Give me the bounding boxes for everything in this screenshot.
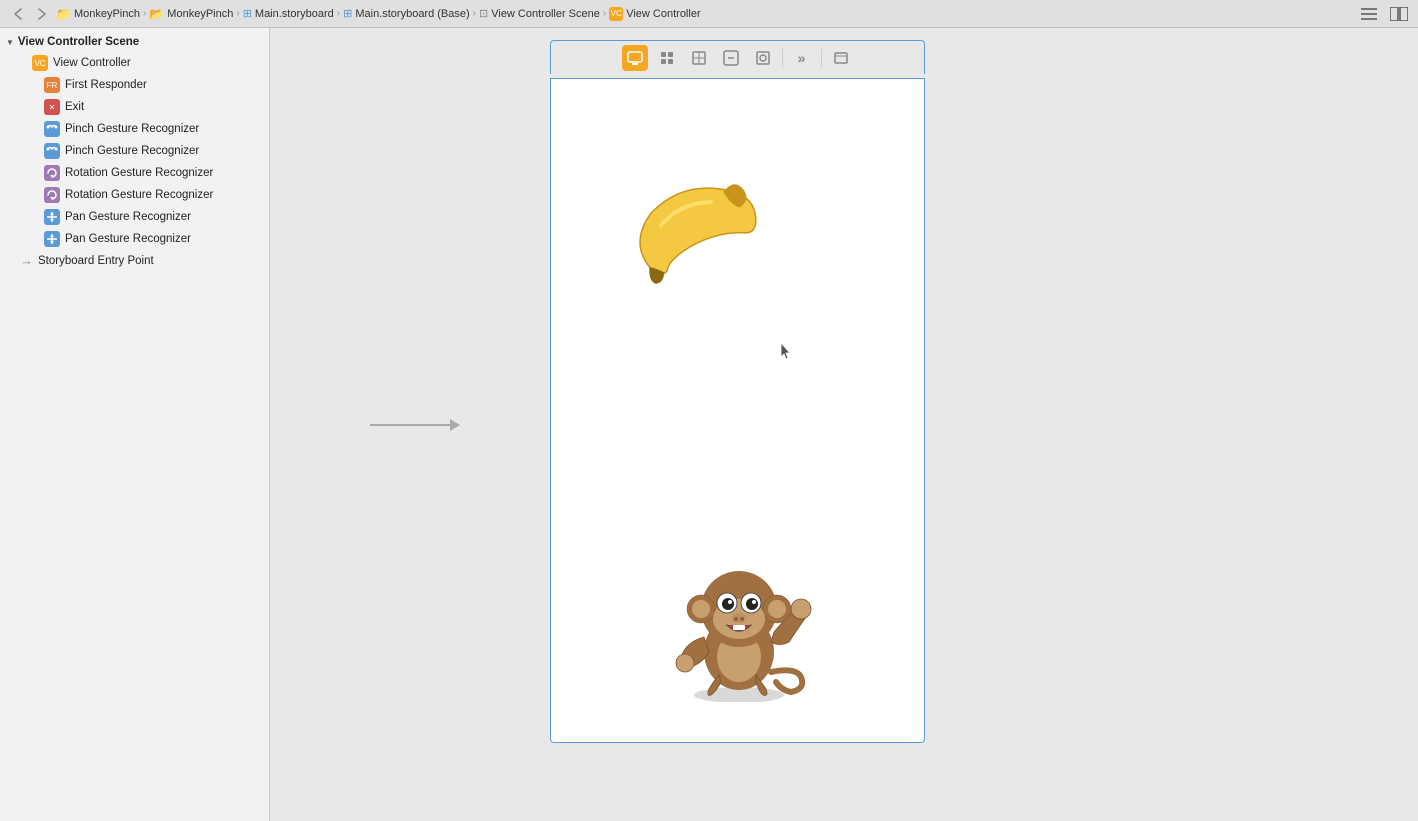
sidebar-item-storyboard-entry[interactable]: → Storyboard Entry Point bbox=[0, 250, 269, 271]
more-options-button[interactable]: » bbox=[789, 45, 815, 71]
sidebar-item-label: Exit bbox=[65, 101, 84, 113]
breadcrumb-monkeypinch-root[interactable]: 📁 MonkeyPinch bbox=[56, 7, 140, 21]
constraints-button[interactable] bbox=[686, 45, 712, 71]
sidebar-item-label: First Responder bbox=[65, 79, 147, 91]
top-bar: 📁 MonkeyPinch › 📂 MonkeyPinch › ⊞ Main.s… bbox=[0, 0, 1418, 28]
breadcrumb-separator: › bbox=[473, 8, 476, 19]
breadcrumb-main-storyboard-base[interactable]: ⊞ Main.storyboard (Base) bbox=[343, 7, 470, 20]
align-button[interactable] bbox=[750, 45, 776, 71]
banana-image[interactable] bbox=[611, 179, 781, 289]
sidebar-item-exit[interactable]: ✕ Exit bbox=[0, 96, 269, 118]
top-bar-right bbox=[1358, 5, 1410, 23]
view-as-button[interactable] bbox=[622, 45, 648, 71]
breadcrumb-separator: › bbox=[236, 8, 239, 19]
sidebar-item-label: Pan Gesture Recognizer bbox=[65, 233, 191, 245]
breadcrumb-separator: › bbox=[337, 8, 340, 19]
sidebar-item-label: Pan Gesture Recognizer bbox=[65, 211, 191, 223]
breadcrumb-label: Main.storyboard bbox=[255, 8, 334, 20]
pan-gesture-icon bbox=[44, 209, 60, 225]
breadcrumb-main-storyboard[interactable]: ⊞ Main.storyboard bbox=[243, 7, 334, 20]
mouse-cursor bbox=[781, 343, 793, 361]
breadcrumb-separator: › bbox=[143, 8, 146, 19]
simulated-metrics-button[interactable] bbox=[828, 45, 854, 71]
edit-constraints-button[interactable] bbox=[718, 45, 744, 71]
rotation-gesture-icon-2 bbox=[44, 187, 60, 203]
sidebar-item-label: View Controller bbox=[53, 57, 131, 69]
pan-gesture-icon-2 bbox=[44, 231, 60, 247]
split-view-button[interactable] bbox=[1388, 5, 1410, 23]
sidebar-item-pan-1[interactable]: Pan Gesture Recognizer bbox=[0, 206, 269, 228]
breadcrumb-vc[interactable]: VC View Controller bbox=[609, 7, 700, 21]
arrow-head bbox=[450, 419, 460, 431]
breadcrumb-label: Main.storyboard (Base) bbox=[355, 8, 469, 20]
sidebar-item-pan-2[interactable]: Pan Gesture Recognizer bbox=[0, 228, 269, 250]
top-bar-left: 📁 MonkeyPinch › 📂 MonkeyPinch › ⊞ Main.s… bbox=[8, 4, 701, 24]
breadcrumb-label: MonkeyPinch bbox=[167, 8, 233, 20]
sidebar-item-label: Storyboard Entry Point bbox=[38, 255, 154, 267]
pinch-gesture-icon-2 bbox=[44, 143, 60, 159]
sidebar-item-first-responder[interactable]: FR First Responder bbox=[0, 74, 269, 96]
sidebar-item-view-controller[interactable]: VC View Controller bbox=[0, 52, 269, 74]
sidebar-item-label: Rotation Gesture Recognizer bbox=[65, 189, 213, 201]
pinch-gesture-icon bbox=[44, 121, 60, 137]
vc-yellow-icon: VC bbox=[32, 55, 48, 71]
breadcrumb-label: View Controller Scene bbox=[491, 8, 600, 20]
sidebar-section-header[interactable]: ▼ View Controller Scene bbox=[0, 32, 269, 52]
sidebar-item-pinch-1[interactable]: Pinch Gesture Recognizer bbox=[0, 118, 269, 140]
vc-icon: VC bbox=[609, 7, 623, 21]
breadcrumb-monkeypinch-sub[interactable]: 📂 MonkeyPinch bbox=[149, 7, 233, 21]
monkey-image[interactable] bbox=[651, 527, 826, 702]
arrow-line bbox=[370, 424, 450, 426]
first-responder-icon: FR bbox=[44, 77, 60, 93]
breadcrumb-separator: › bbox=[603, 8, 606, 19]
canvas-area[interactable]: » bbox=[270, 28, 1418, 821]
sidebar-section-title: View Controller Scene bbox=[18, 36, 139, 48]
sidebar-item-rotation-2[interactable]: Rotation Gesture Recognizer bbox=[0, 184, 269, 206]
collapse-triangle-icon: ▼ bbox=[6, 38, 14, 47]
toolbar-separator bbox=[782, 49, 783, 67]
sidebar-item-label: Pinch Gesture Recognizer bbox=[65, 145, 199, 157]
nav-forward-button[interactable] bbox=[32, 4, 52, 24]
breadcrumb-label: MonkeyPinch bbox=[74, 8, 140, 20]
storyboard-base-icon: ⊞ bbox=[343, 7, 352, 20]
breadcrumb-vc-scene[interactable]: ⊡ View Controller Scene bbox=[479, 7, 600, 20]
view-controller-container: » bbox=[550, 78, 925, 743]
sidebar-item-rotation-1[interactable]: Rotation Gesture Recognizer bbox=[0, 162, 269, 184]
exit-icon: ✕ bbox=[44, 99, 60, 115]
folder-icon: 📁 bbox=[56, 7, 71, 21]
storyboard-icon: ⊞ bbox=[243, 7, 252, 20]
scene-icon: ⊡ bbox=[479, 7, 488, 20]
sidebar: ▼ View Controller Scene VC View Controll… bbox=[0, 28, 270, 821]
entry-arrow-icon: → bbox=[20, 253, 33, 268]
folder-yellow-icon: 📂 bbox=[149, 7, 164, 21]
main-layout: ▼ View Controller Scene VC View Controll… bbox=[0, 28, 1418, 821]
hamburger-menu-button[interactable] bbox=[1358, 5, 1380, 23]
toolbar-separator-2 bbox=[821, 49, 822, 67]
sidebar-item-label: Rotation Gesture Recognizer bbox=[65, 167, 213, 179]
nav-back-button[interactable] bbox=[8, 4, 28, 24]
sidebar-item-label: Pinch Gesture Recognizer bbox=[65, 123, 199, 135]
rotation-gesture-icon bbox=[44, 165, 60, 181]
vc-toolbar: » bbox=[550, 40, 925, 74]
object-library-button[interactable] bbox=[654, 45, 680, 71]
iphone-frame[interactable] bbox=[550, 78, 925, 743]
entry-point-arrow bbox=[370, 419, 460, 431]
breadcrumb: 📁 MonkeyPinch › 📂 MonkeyPinch › ⊞ Main.s… bbox=[56, 7, 701, 21]
sidebar-item-pinch-2[interactable]: Pinch Gesture Recognizer bbox=[0, 140, 269, 162]
breadcrumb-label: View Controller bbox=[626, 8, 700, 20]
